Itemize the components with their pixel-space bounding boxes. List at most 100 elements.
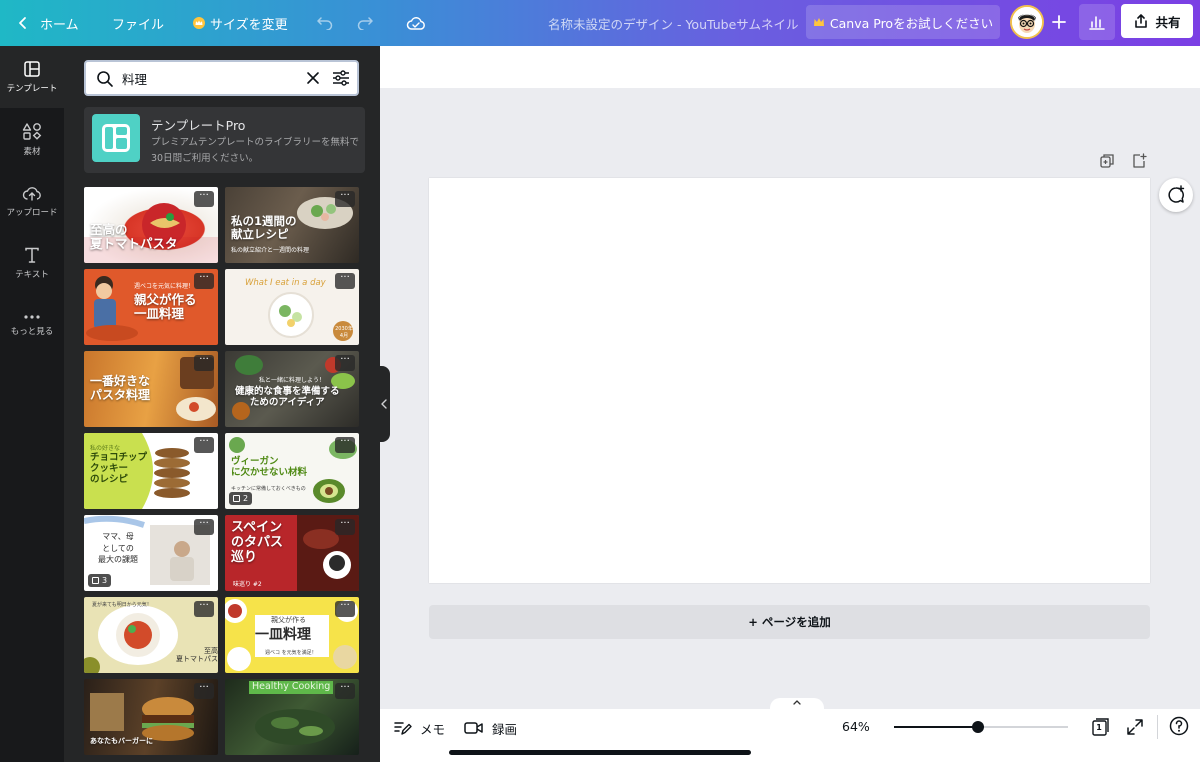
share-label: 共有 <box>1155 14 1181 30</box>
zoom-slider[interactable] <box>894 721 1068 733</box>
template-tile[interactable]: ママ、母 としての 最大の課題 ··· 3 <box>84 515 218 591</box>
template-title: 一皿料理 <box>255 627 311 643</box>
collapse-panel-button[interactable] <box>378 366 390 442</box>
text-icon <box>25 247 39 263</box>
design-canvas-page[interactable] <box>429 178 1150 583</box>
promo-description: プレミアムテンプレートのライブラリーを無料で30日間ご利用ください。 <box>151 137 360 164</box>
file-menu[interactable]: ファイル <box>112 0 164 46</box>
record-label: 録画 <box>492 721 518 737</box>
rail-label-templates: テンプレート <box>6 84 58 94</box>
chevron-up-icon <box>793 700 801 705</box>
zoom-level: 64% <box>842 719 870 734</box>
zoom-slider-thumb[interactable] <box>971 721 984 733</box>
template-pro-promo[interactable]: テンプレートPro プレミアムテンプレートのライブラリーを無料で30日間ご利用く… <box>84 107 365 173</box>
insights-button[interactable] <box>1079 4 1115 40</box>
filter-icon[interactable] <box>332 69 350 87</box>
fullscreen-icon[interactable] <box>1126 718 1144 736</box>
more-options-button[interactable]: ··· <box>335 437 355 453</box>
notes-button[interactable]: メモ <box>394 719 445 737</box>
more-options-button[interactable]: ··· <box>335 519 355 535</box>
search-input[interactable] <box>122 68 292 88</box>
canvas-toolbar-strip <box>380 46 1200 88</box>
try-pro-button[interactable]: Canva Proをお試しください <box>806 5 1000 39</box>
try-pro-label: Canva Proをお試しください <box>829 15 994 31</box>
avatar[interactable] <box>1010 5 1044 39</box>
template-title: 至高の 夏トマトパスタ <box>176 647 218 664</box>
divider <box>1157 715 1158 739</box>
page-count: 2 <box>243 494 249 503</box>
crown-icon <box>813 18 824 26</box>
template-title: あなたもバーガーに <box>90 737 153 745</box>
redo-button[interactable] <box>356 0 374 46</box>
template-icon <box>24 61 40 77</box>
template-tile[interactable]: 夏が来ても明日から元気！ 至高の 夏トマトパスタ ··· <box>84 597 218 673</box>
left-rail: テンプレート 素材 アップロード テキスト もっと見る <box>0 46 64 762</box>
close-icon[interactable] <box>306 71 320 85</box>
cloud-save-status[interactable] <box>406 0 426 46</box>
template-tile[interactable]: スペイン のタパス 巡り 味巡り #2 ··· <box>225 515 359 591</box>
comment-add-icon <box>1168 185 1185 203</box>
rail-item-more[interactable]: もっと見る <box>0 294 64 356</box>
template-tile[interactable]: 私の好きな チョコチップ クッキー のレシピ ··· <box>84 433 218 509</box>
chevron-left-icon <box>381 399 387 409</box>
more-options-button[interactable]: ··· <box>335 355 355 371</box>
rail-label-elements: 素材 <box>23 147 41 157</box>
page-count: 3 <box>102 576 108 585</box>
template-top-text: 夏が来ても明日から元気！ <box>92 602 152 608</box>
invite-button[interactable] <box>1046 9 1072 35</box>
more-options-button[interactable]: ··· <box>194 437 214 453</box>
template-tile[interactable]: ヴィーガン に欠かせない材料 キッチンに常備しておくべきもの ··· 2 <box>225 433 359 509</box>
template-tile[interactable]: 親父が作る 一皿料理 週ベコ を元気を満足！ ··· <box>225 597 359 673</box>
rail-item-elements[interactable]: 素材 <box>0 108 64 170</box>
add-page-button[interactable]: + ページを追加 <box>429 605 1150 639</box>
rail-item-uploads[interactable]: アップロード <box>0 170 64 232</box>
template-tile[interactable]: What I eat in a day 2030年 4月 ··· <box>225 269 359 345</box>
more-options-button[interactable]: ··· <box>194 601 214 617</box>
page-count-label: 1 <box>1096 723 1102 732</box>
more-options-button[interactable]: ··· <box>194 355 214 371</box>
more-options-button[interactable]: ··· <box>194 273 214 289</box>
resize-button[interactable]: サイズを変更 <box>192 0 288 46</box>
home-label: ホーム <box>40 17 79 33</box>
rail-item-text[interactable]: テキスト <box>0 232 64 294</box>
page-count-badge: 3 <box>88 574 112 587</box>
search-icon <box>97 71 113 87</box>
undo-button[interactable] <box>316 0 334 46</box>
template-top-text: 私の好きな <box>90 445 121 452</box>
help-icon[interactable] <box>1169 716 1189 736</box>
template-tile[interactable]: 一番好きな パスタ料理 ··· <box>84 351 218 427</box>
upload-icon <box>22 187 41 201</box>
more-options-button[interactable]: ··· <box>335 273 355 289</box>
template-subtitle: 味巡り #2 <box>233 581 262 588</box>
record-button[interactable]: 録画 <box>464 719 517 737</box>
rail-label-more: もっと見る <box>10 327 54 337</box>
template-subtitle: 週ベコ を元気を満足！ <box>265 650 317 656</box>
more-options-button[interactable]: ··· <box>335 191 355 207</box>
elements-icon <box>22 123 42 140</box>
template-tile[interactable]: 私の1週間の 献立レシピ 私の献立紹介と一週間の料理 ··· <box>225 187 359 263</box>
more-options-button[interactable]: ··· <box>194 683 214 699</box>
share-button[interactable]: 共有 <box>1121 4 1193 38</box>
rail-item-templates[interactable]: テンプレート <box>0 46 64 108</box>
resize-label: サイズを変更 <box>210 17 288 33</box>
template-tile[interactable]: 私と一緒に料理しよう！ 健康的な食事を準備する ためのアイディア ··· <box>225 351 359 427</box>
home-button[interactable]: ホーム <box>16 0 79 46</box>
duplicate-page-icon[interactable] <box>1099 153 1115 169</box>
document-title[interactable]: 名称未設定のデザイン - YouTubeサムネイル <box>548 0 799 46</box>
comment-button[interactable] <box>1159 178 1193 212</box>
more-options-button[interactable]: ··· <box>194 191 214 207</box>
template-top-text: 親父が作る <box>271 616 306 624</box>
template-tile[interactable]: 週ベコを元気に料理！ 親父が作る 一皿料理 ··· <box>84 269 218 345</box>
template-tile[interactable]: 至高の 夏トマトパスタ ··· <box>84 187 218 263</box>
more-options-button[interactable]: ··· <box>335 683 355 699</box>
add-page-icon[interactable] <box>1131 153 1147 169</box>
template-subtitle: 私の献立紹介と一週間の料理 <box>231 247 310 254</box>
template-tile[interactable]: あなたもバーガーに ··· <box>84 679 218 755</box>
template-tile[interactable]: Healthy Cooking ··· <box>225 679 359 755</box>
more-options-button[interactable]: ··· <box>194 519 214 535</box>
template-title: 健康的な食事を準備する ためのアイディア <box>235 386 340 408</box>
share-icon <box>1135 14 1148 28</box>
zoom-slider-fill <box>894 726 978 728</box>
more-options-button[interactable]: ··· <box>335 601 355 617</box>
undo-icon <box>317 17 333 30</box>
